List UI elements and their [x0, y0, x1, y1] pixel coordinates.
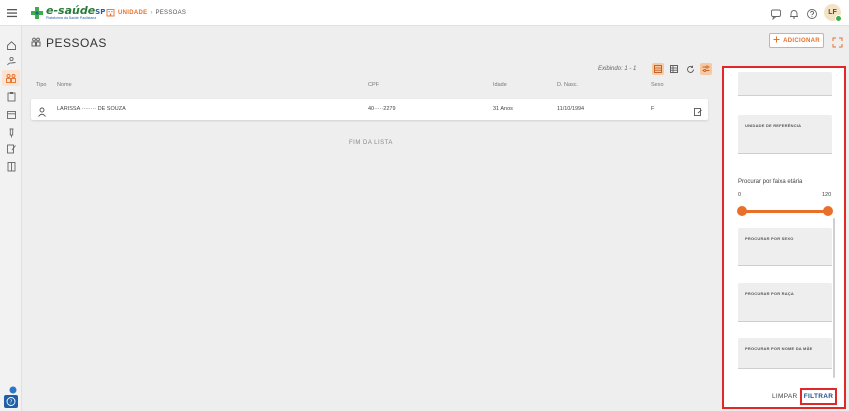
column-header-type[interactable]: Tipo	[36, 82, 47, 88]
table-row[interactable]: LARISSA ········ DE SOUZA 40·····2279 31…	[31, 99, 708, 120]
filter-field-top[interactable]	[738, 72, 832, 96]
unit-reference-field[interactable]: UNIDADE DE REFERÊNCIA	[738, 115, 832, 154]
left-rail: ?	[0, 26, 22, 411]
add-person-button[interactable]: ADICIONAR	[769, 33, 824, 48]
table-view-toggle[interactable]	[668, 63, 680, 75]
refresh-icon[interactable]	[684, 63, 696, 75]
clipboard-icon[interactable]	[5, 90, 17, 102]
row-birth-date: 11/10/1994	[557, 106, 585, 112]
list-count: Exibindo: 1 - 1	[598, 66, 637, 72]
logo-sp-text: SP	[95, 8, 106, 17]
hand-care-icon[interactable]	[5, 55, 17, 67]
online-status-dot	[835, 15, 842, 22]
age-range-label: Procurar por faixa etária	[738, 179, 803, 185]
mother-name-filter-field[interactable]: PROCURAR POR NOME DA MÃE	[738, 338, 832, 369]
row-name: LARISSA ········ DE SOUZA	[57, 106, 126, 112]
column-header-sex[interactable]: Sexo	[651, 82, 664, 88]
breadcrumb: UNIDADE › PESSOAS	[106, 8, 186, 17]
column-header-age[interactable]: Idade	[493, 82, 507, 88]
filter-scrollbar[interactable]	[833, 218, 835, 378]
people-group-icon	[31, 34, 41, 52]
age-slider-max-handle[interactable]	[823, 206, 833, 216]
people-icon[interactable]	[2, 70, 20, 86]
help-assistant-icon[interactable]: ?	[3, 385, 19, 409]
top-actions: LF	[770, 4, 842, 22]
age-min-value: 0	[738, 192, 742, 198]
health-cross-icon	[30, 6, 44, 20]
calendar-icon[interactable]	[5, 108, 17, 120]
breadcrumb-current: PESSOAS	[155, 9, 187, 16]
filter-panel: UNIDADE DE REFERÊNCIA Procurar por faixa…	[722, 66, 846, 409]
sex-filter-label: PROCURAR POR SEXO	[745, 236, 794, 241]
filter-icon[interactable]	[700, 63, 712, 75]
book-icon[interactable]	[5, 160, 17, 172]
row-sex: F	[651, 106, 655, 112]
logo-subtitle: Plataforma da Saúde Paulistana	[46, 16, 97, 21]
fullscreen-icon[interactable]	[832, 35, 843, 48]
user-avatar[interactable]: LF	[824, 4, 842, 22]
home-icon[interactable]	[5, 39, 17, 51]
page-header: PESSOAS	[31, 34, 107, 52]
age-slider-min-handle[interactable]	[737, 206, 747, 216]
column-header-birth-date[interactable]: D. Nasc.	[557, 82, 578, 88]
apply-filter-button[interactable]: FILTRAR	[800, 388, 837, 405]
vaccine-icon[interactable]	[5, 126, 17, 138]
race-filter-label: PROCURAR POR RAÇA	[745, 291, 794, 296]
race-filter-field[interactable]: PROCURAR POR RAÇA	[738, 283, 832, 322]
column-header-name[interactable]: Nome	[57, 82, 72, 88]
top-bar: e-saúdeSP Plataforma da Saúde Paulistana…	[0, 0, 849, 26]
help-icon[interactable]	[806, 7, 818, 19]
open-record-icon[interactable]	[693, 104, 703, 122]
e-saude-logo[interactable]: e-saúdeSP Plataforma da Saúde Paulistana	[30, 2, 105, 24]
edit-document-icon[interactable]	[5, 142, 17, 154]
row-cpf: 40·····2279	[368, 106, 396, 112]
breadcrumb-separator: ›	[150, 9, 153, 16]
menu-icon[interactable]	[6, 6, 18, 18]
end-of-list-label: FIM DA LISTA	[349, 140, 393, 146]
age-slider-track[interactable]	[742, 210, 828, 213]
breadcrumb-unit[interactable]: UNIDADE	[118, 10, 147, 16]
sex-filter-field[interactable]: PROCURAR POR SEXO	[738, 228, 832, 266]
bell-icon[interactable]	[788, 7, 800, 19]
chat-icon[interactable]	[770, 7, 782, 20]
clear-filters-button[interactable]: LIMPAR	[772, 393, 798, 400]
unit-reference-label: UNIDADE DE REFERÊNCIA	[745, 123, 802, 128]
age-max-value: 120	[822, 192, 832, 198]
plus-icon	[773, 36, 780, 45]
person-icon	[37, 104, 47, 122]
add-button-label: ADICIONAR	[783, 37, 820, 44]
list-view-toggle[interactable]	[652, 63, 664, 75]
column-header-cpf[interactable]: CPF	[368, 82, 379, 88]
row-age: 31 Anos	[493, 106, 513, 112]
page-title: PESSOAS	[46, 36, 107, 50]
unit-building-icon	[106, 8, 115, 17]
mother-name-filter-label: PROCURAR POR NOME DA MÃE	[745, 346, 813, 351]
svg-text:?: ?	[10, 400, 13, 406]
